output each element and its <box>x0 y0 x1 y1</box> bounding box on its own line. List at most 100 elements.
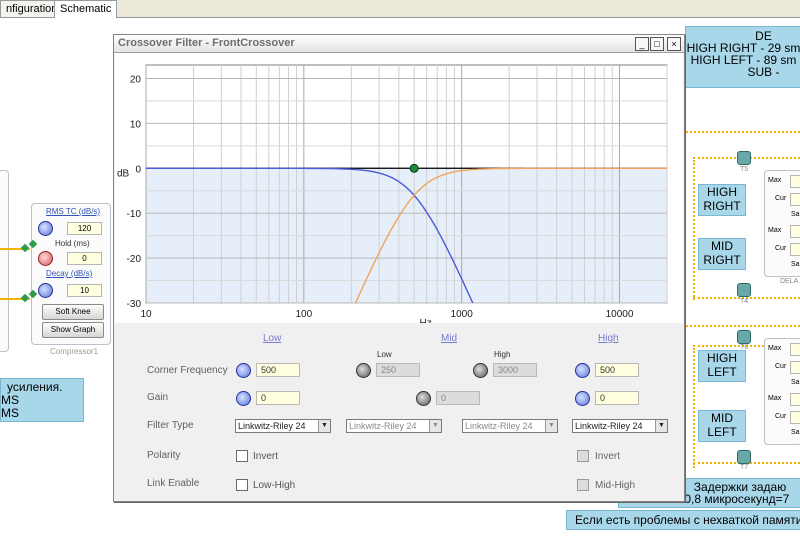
compressor-name: Compressor1 <box>50 347 99 356</box>
wire <box>693 348 697 468</box>
cur-field[interactable] <box>790 193 800 206</box>
sa-label: Sa <box>791 429 800 436</box>
close-button[interactable]: × <box>667 37 681 51</box>
max-field[interactable] <box>790 225 800 238</box>
y-tick-label: 20 <box>130 74 142 85</box>
high-link-checkbox[interactable] <box>577 479 589 491</box>
pin-icon <box>20 243 30 253</box>
decay-value[interactable]: 10 <box>67 284 102 297</box>
low-gain-field[interactable]: 0 <box>256 391 300 405</box>
delay-block-left[interactable]: Max Cur Sa Max Cur Sa <box>764 338 800 445</box>
bottom-note-memory: Если есть проблемы с нехваткой памяти <box>566 510 800 530</box>
high-invert-label: Invert <box>595 451 621 462</box>
row-filter-type: Filter Type <box>147 420 194 431</box>
x-tick-label: 100 <box>295 309 312 320</box>
node-t7-icon[interactable] <box>737 450 751 464</box>
decay-label: Decay (dB/s) <box>46 269 93 278</box>
y-tick-label: -30 <box>127 299 142 310</box>
frequency-response-chart: 20100-10-20-3010100100010000HzdB <box>117 64 668 329</box>
left-block-fragment <box>0 170 9 352</box>
hold-value[interactable]: 0 <box>67 252 102 265</box>
mid-high-filter-type-select[interactable]: Linkwitz-Riley 24 ▼ <box>462 419 558 433</box>
dropdown-arrow-icon[interactable]: ▼ <box>429 420 441 432</box>
mid-gain-field[interactable]: 0 <box>436 391 480 405</box>
max-label: Max <box>768 345 782 352</box>
delay-info-box: DE HIGH RIGHT - 29 sm HIGH LEFT - 89 sm … <box>685 26 800 88</box>
y-tick-label: 0 <box>135 164 141 175</box>
row-corner-frequency: Corner Frequency <box>147 365 228 376</box>
delay-block-name: DELA <box>780 278 799 285</box>
compressor-block[interactable]: RMS TC (dB/s) 120 Hold (ms) 0 Decay (dB/… <box>31 203 111 345</box>
low-invert-checkbox[interactable] <box>236 450 248 462</box>
high-filter-type-select[interactable]: Linkwitz-Riley 24 ▼ <box>572 419 668 433</box>
rms-tc-value[interactable]: 120 <box>67 222 102 235</box>
node-t4-icon[interactable] <box>737 283 751 297</box>
hold-label: Hold (ms) <box>55 239 90 248</box>
crossover-dialog[interactable]: Crossover Filter - FrontCrossover _ □ × … <box>113 34 685 502</box>
dropdown-arrow-icon[interactable]: ▼ <box>318 420 330 432</box>
maximize-button[interactable]: □ <box>650 37 664 51</box>
x-axis-label: Hz <box>420 318 432 323</box>
row-link-enable: Link Enable <box>147 478 200 489</box>
hold-knob-icon[interactable] <box>38 251 53 266</box>
high-gain-knob-icon[interactable] <box>575 391 590 406</box>
mid-high-freq-field[interactable]: 3000 <box>493 363 537 377</box>
dropdown-arrow-icon[interactable]: ▼ <box>655 420 667 432</box>
mid-high-freq-knob-icon[interactable] <box>473 363 488 378</box>
column-low[interactable]: Low <box>263 333 281 344</box>
node-t5-label: T5 <box>740 166 749 173</box>
max-label: Max <box>768 177 782 184</box>
high-freq-field[interactable]: 500 <box>595 363 639 377</box>
cur-label: Cur <box>775 245 787 252</box>
node-t5-icon[interactable] <box>737 151 751 165</box>
mid-low-freq-field[interactable]: 250 <box>376 363 420 377</box>
x-tick-label: 1000 <box>451 309 474 320</box>
max-field[interactable] <box>790 393 800 406</box>
high-gain-field[interactable]: 0 <box>595 391 639 405</box>
row-gain: Gain <box>147 392 169 403</box>
rms-knob-icon[interactable] <box>38 221 53 236</box>
low-filter-type-value: Linkwitz-Riley 24 <box>238 421 306 431</box>
tab-schematic[interactable]: Schematic <box>54 0 118 18</box>
y-tick-label: -10 <box>127 209 142 220</box>
max-field[interactable] <box>790 343 800 356</box>
low-freq-knob-icon[interactable] <box>236 363 251 378</box>
decay-knob-icon[interactable] <box>38 283 53 298</box>
low-link-checkbox[interactable] <box>236 479 248 491</box>
delay-info-line3: SUB - <box>747 65 780 79</box>
wire <box>693 160 697 300</box>
mid-low-filter-type-select[interactable]: Linkwitz-Riley 24 ▼ <box>346 419 442 433</box>
cur-label: Cur <box>775 363 787 370</box>
high-filter-type-value: Linkwitz-Riley 24 <box>575 421 643 431</box>
mid-low-filter-type-value: Linkwitz-Riley 24 <box>349 421 417 431</box>
cur-field[interactable] <box>790 361 800 374</box>
node-t7-label: T7 <box>740 464 749 471</box>
node-t6-icon[interactable] <box>737 330 751 344</box>
high-freq-knob-icon[interactable] <box>575 363 590 378</box>
cur-field[interactable] <box>790 411 800 424</box>
high-invert-checkbox[interactable] <box>577 450 589 462</box>
column-mid[interactable]: Mid <box>441 333 457 344</box>
dialog-titlebar[interactable]: Crossover Filter - FrontCrossover _ □ × <box>114 35 684 53</box>
wire <box>683 131 800 135</box>
column-high[interactable]: High <box>598 333 619 344</box>
mid-gain-knob-icon[interactable] <box>416 391 431 406</box>
dropdown-arrow-icon[interactable]: ▼ <box>545 420 557 432</box>
low-gain-knob-icon[interactable] <box>236 391 251 406</box>
left-note-line1: усиления. <box>7 380 63 394</box>
channel-mid-right: MID RIGHT <box>698 238 746 270</box>
soft-knee-button[interactable]: Soft Knee <box>42 304 104 320</box>
max-field[interactable] <box>790 175 800 188</box>
minimize-button[interactable]: _ <box>635 37 649 51</box>
sa-label: Sa <box>791 261 800 268</box>
mid-low-freq-knob-icon[interactable] <box>356 363 371 378</box>
mid-low-sublabel: Low <box>377 350 392 359</box>
show-graph-button[interactable]: Show Graph <box>42 322 104 338</box>
left-note: усиления. MS MS <box>0 378 84 422</box>
low-freq-field[interactable]: 500 <box>256 363 300 377</box>
cur-field[interactable] <box>790 243 800 256</box>
left-note-line3: MS <box>1 406 19 420</box>
delay-block-right[interactable]: Max Cur Sa Max Cur Sa <box>764 170 800 277</box>
low-filter-type-select[interactable]: Linkwitz-Riley 24 ▼ <box>235 419 331 433</box>
y-axis-label: dB <box>117 168 130 179</box>
